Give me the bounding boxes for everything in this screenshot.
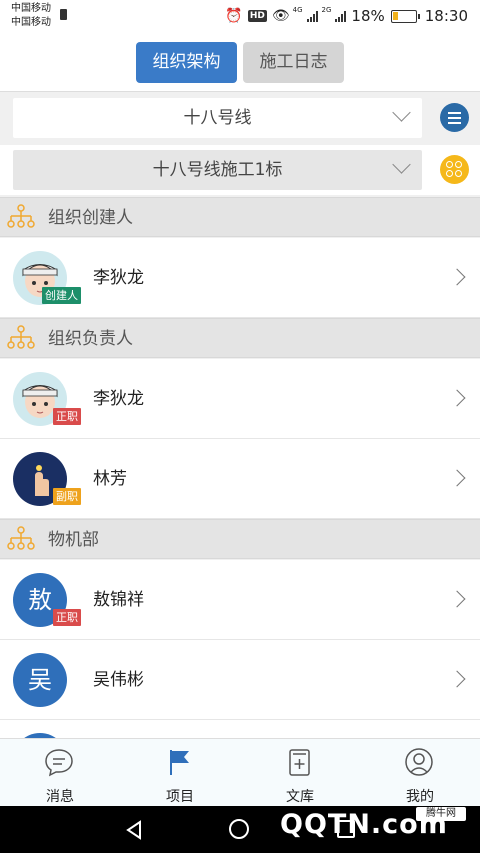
chat-bubble-icon xyxy=(45,749,73,777)
signal-icon-2 xyxy=(335,10,347,22)
group-header-materials: 物机部 xyxy=(0,519,480,559)
hd-icon: HD xyxy=(247,10,267,22)
member-row[interactable]: 敖 正职 敖锦祥 xyxy=(0,560,480,640)
member-name: 李狄龙 xyxy=(93,389,144,409)
member-row[interactable]: 吴 吴伟彬 xyxy=(0,640,480,720)
clock: 18:30 xyxy=(424,7,468,25)
member-name: 吴伟彬 xyxy=(93,670,144,690)
chevron-right-icon xyxy=(448,268,466,286)
sim-card-icon xyxy=(60,9,67,20)
network-label-2: 2G xyxy=(321,6,332,14)
member-row[interactable]: 正职 李狄龙 xyxy=(0,359,480,439)
tab-label: 我的 xyxy=(406,789,434,805)
member-row[interactable]: 创建人 李狄龙 xyxy=(0,238,480,318)
line-dropdown[interactable]: 十八号线 xyxy=(13,98,422,138)
carrier-2: 中国移动 xyxy=(11,17,51,28)
chevron-right-icon xyxy=(448,389,466,407)
tab-projects[interactable]: 项目 xyxy=(120,739,240,807)
member-row-partial xyxy=(0,720,480,787)
eye-icon: 👁 xyxy=(271,8,290,24)
system-nav-bar: QQTN.com xyxy=(0,806,480,853)
user-circle-icon xyxy=(405,748,433,776)
battery-icon xyxy=(390,9,420,23)
status-icons: ⏰ HD 👁 4G 2G 18% 18:30 xyxy=(220,6,468,26)
chevron-right-icon xyxy=(448,590,466,608)
tab-library[interactable]: 文库 xyxy=(240,739,360,807)
tab-org-structure[interactable]: 组织架构 xyxy=(136,42,237,83)
member-name: 敖锦祥 xyxy=(93,590,144,610)
tab-messages[interactable]: 消息 xyxy=(0,739,120,807)
chevron-down-icon xyxy=(392,155,411,174)
flag-icon xyxy=(170,750,189,775)
chevron-right-icon xyxy=(448,469,466,487)
group-title: 物机部 xyxy=(48,530,99,550)
section-dropdown[interactable]: 十八号线施工1标 xyxy=(13,150,422,190)
line-dropdown-value: 十八号线 xyxy=(183,108,252,128)
role-badge: 创建人 xyxy=(42,287,81,304)
network-label-1: 4G xyxy=(292,6,303,14)
tab-construction-log[interactable]: 施工日志 xyxy=(243,42,344,83)
role-badge: 正职 xyxy=(53,609,81,626)
back-icon[interactable] xyxy=(124,820,144,840)
org-chart-icon xyxy=(7,325,35,349)
role-badge: 副职 xyxy=(53,488,81,505)
tab-label: 消息 xyxy=(46,789,74,805)
section-filter-row: 十八号线施工1标 xyxy=(0,145,480,195)
signal-icon xyxy=(306,10,319,22)
watermark-tag: 腾牛网 xyxy=(416,807,466,821)
menu-button[interactable] xyxy=(440,103,469,132)
member-name: 林芳 xyxy=(93,469,127,489)
org-chart-icon xyxy=(7,204,35,228)
top-tab-bar: 组织架构 施工日志 xyxy=(0,34,480,92)
alarm-icon: ⏰ xyxy=(225,8,243,24)
group-header-leader: 组织负责人 xyxy=(0,318,480,358)
chevron-right-icon xyxy=(448,670,466,688)
book-icon xyxy=(289,749,310,776)
grid-button[interactable] xyxy=(440,155,469,184)
bottom-tab-bar: 消息 项目 文库 我的 xyxy=(0,738,480,806)
org-chart-icon xyxy=(7,526,35,550)
member-row[interactable]: 副职 林芳 xyxy=(0,439,480,519)
tab-label: 项目 xyxy=(166,789,194,805)
avatar: 吴 xyxy=(13,653,67,707)
carrier-labels: 中国移动 中国移动 xyxy=(11,2,51,30)
tab-label: 文库 xyxy=(286,789,314,805)
status-bar: 中国移动 中国移动 ⏰ HD 👁 4G 2G 18% 18:30 xyxy=(0,0,480,34)
battery-percent: 18% xyxy=(351,7,385,25)
group-title: 组织创建人 xyxy=(48,208,133,228)
group-title: 组织负责人 xyxy=(48,329,133,349)
carrier-1: 中国移动 xyxy=(11,3,51,14)
group-header-creator: 组织创建人 xyxy=(0,197,480,237)
line-filter-row: 十八号线 xyxy=(0,93,480,143)
member-name: 李狄龙 xyxy=(93,268,144,288)
chevron-down-icon xyxy=(392,103,411,122)
home-icon[interactable] xyxy=(229,819,249,839)
section-dropdown-value: 十八号线施工1标 xyxy=(152,160,283,180)
role-badge: 正职 xyxy=(53,408,81,425)
tab-mine[interactable]: 我的 xyxy=(360,739,480,807)
